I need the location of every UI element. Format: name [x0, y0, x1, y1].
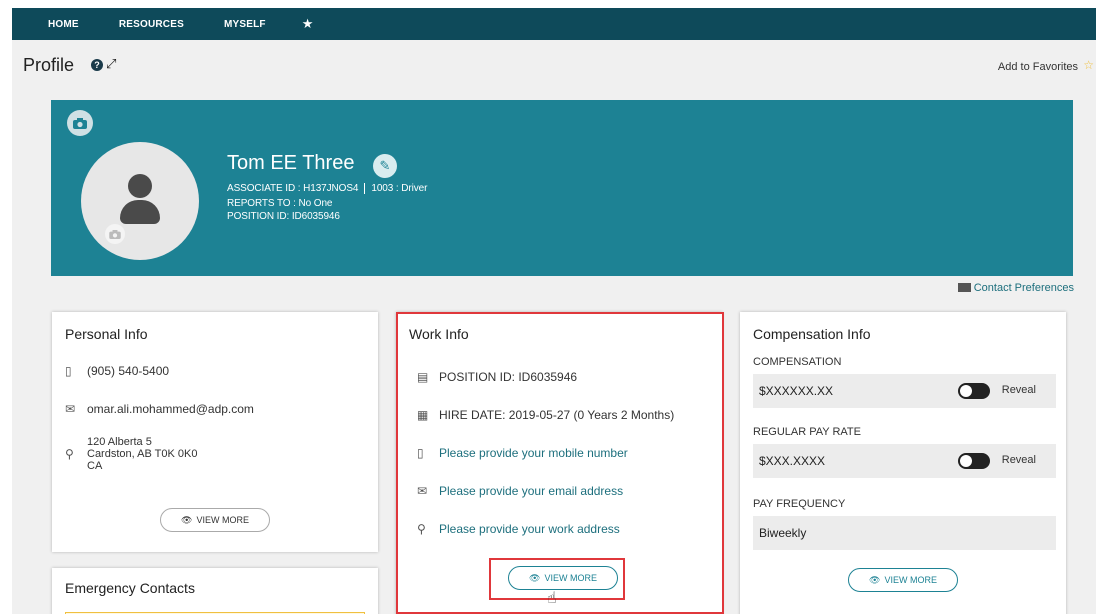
eye-icon: 👁: [869, 574, 881, 585]
view-more-highlight: [489, 558, 625, 600]
compensation-info-card: Compensation Info COMPENSATION $XXXXXX.X…: [740, 312, 1066, 614]
help-icon[interactable]: ?: [91, 59, 103, 71]
eye-icon: 👁: [181, 514, 193, 525]
avatar[interactable]: [81, 142, 199, 260]
expand-icon[interactable]: ⤢: [106, 56, 116, 72]
contact-preferences-label: Contact Preferences: [973, 282, 1074, 294]
pay-rate-amount: $XXX.XXXX: [759, 454, 826, 468]
compensation-reveal-label: Reveal: [1001, 384, 1036, 396]
employee-name: Tom EE Three: [227, 152, 355, 174]
personal-info-card: Personal Info ▯ (905) 540-5400 ✉ omar.al…: [52, 312, 378, 552]
edit-pencil-icon[interactable]: ✎: [373, 154, 397, 178]
banner-position-id: POSITION ID: ID6035946: [227, 211, 340, 222]
star-icon[interactable]: ★: [302, 16, 314, 32]
compensation-info-title: Compensation Info: [753, 326, 871, 342]
compensation-label: COMPENSATION: [753, 356, 842, 368]
avatar-head-shape: [128, 174, 152, 198]
personal-info-title: Personal Info: [65, 326, 148, 342]
envelope-icon: ✉: [65, 402, 76, 416]
pay-rate-reveal-toggle[interactable]: [958, 453, 990, 469]
address-line2: Cardston, AB T0K 0K0: [87, 448, 198, 460]
hand-cursor-icon: ☝: [547, 590, 557, 607]
view-more-label: VIEW MORE: [884, 575, 937, 585]
pay-frequency-value: Biweekly: [753, 516, 1056, 550]
pay-frequency-text: Biweekly: [759, 526, 807, 540]
email-row: ✉ omar.ali.mohammed@adp.com: [65, 402, 368, 416]
title-row: Profile ? ⤢ Add to Favorites ☆: [12, 48, 1096, 78]
emergency-contacts-card: Emergency Contacts: [52, 568, 378, 614]
pay-frequency-label: PAY FREQUENCY: [753, 498, 846, 510]
camera-icon[interactable]: [67, 110, 93, 136]
address-line3: CA: [87, 460, 103, 472]
contact-card-icon: [957, 283, 971, 292]
separator: [364, 183, 366, 194]
profile-banner: Tom EE Three ✎ ASSOCIATE ID : H137JNOS4 1…: [51, 100, 1073, 276]
personal-view-more-button[interactable]: 👁 VIEW MORE: [160, 508, 270, 532]
phone-icon: ▯: [65, 364, 72, 378]
location-pin-icon: ⚲: [65, 447, 74, 461]
view-more-label: VIEW MORE: [196, 515, 249, 525]
contact-preferences-link[interactable]: Contact Preferences: [957, 282, 1074, 294]
address-line1: 120 Alberta 5: [87, 436, 152, 448]
associate-id: ASSOCIATE ID : H137JNOS4: [227, 183, 359, 195]
nav-myself[interactable]: MYSELF: [224, 19, 266, 30]
nav-resources[interactable]: RESOURCES: [119, 19, 184, 30]
job-title: 1003 : Driver: [371, 183, 428, 195]
compensation-view-more-button[interactable]: 👁 VIEW MORE: [848, 568, 958, 592]
pay-rate-reveal-label: Reveal: [1001, 454, 1036, 466]
address-block: 120 Alberta 5 Cardston, AB T0K 0K0 CA: [87, 436, 197, 472]
pay-rate-label: REGULAR PAY RATE: [753, 426, 861, 438]
app-frame: HOME RESOURCES MYSELF ★ Profile ? ⤢ Add …: [12, 8, 1096, 614]
compensation-amount: $XXXXXX.XX: [759, 384, 834, 398]
nav-home[interactable]: HOME: [48, 19, 79, 30]
avatar-body-shape: [120, 200, 160, 224]
favorite-star-icon[interactable]: ☆: [1083, 58, 1094, 72]
phone-value: (905) 540-5400: [87, 364, 170, 378]
page-title: Profile: [23, 55, 75, 75]
reports-to: REPORTS TO : No One: [227, 198, 333, 209]
top-navigation: HOME RESOURCES MYSELF ★: [12, 8, 1096, 40]
phone-row: ▯ (905) 540-5400: [65, 364, 368, 378]
email-value: omar.ali.mohammed@adp.com: [87, 402, 254, 416]
compensation-reveal-toggle[interactable]: [958, 383, 990, 399]
avatar-camera-icon[interactable]: [105, 224, 125, 244]
emergency-contacts-title: Emergency Contacts: [65, 580, 195, 596]
address-row: ⚲ 120 Alberta 5 Cardston, AB T0K 0K0 CA: [65, 436, 368, 472]
associate-line: ASSOCIATE ID : H137JNOS4 1003 : Driver: [227, 183, 427, 194]
add-to-favorites-link[interactable]: Add to Favorites: [998, 61, 1078, 73]
